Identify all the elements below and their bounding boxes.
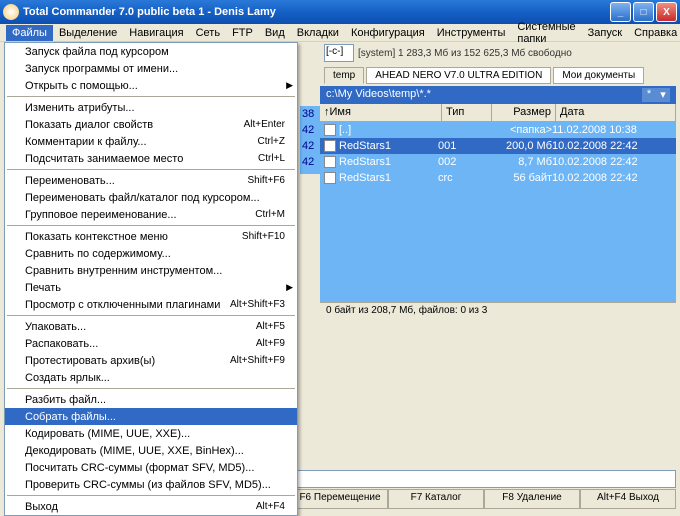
col-type[interactable]: Тип — [442, 104, 492, 121]
path-history-button[interactable]: * — [642, 88, 656, 102]
menu-view[interactable]: Вид — [259, 25, 291, 41]
file-row[interactable]: RedStars1crc56 байт10.02.2008 22:42 — [320, 170, 676, 186]
menu-item[interactable]: Комментарии к файлу...Ctrl+Z — [5, 133, 297, 150]
col-name[interactable]: ↑Имя — [320, 104, 442, 121]
path-text: c:\My Videos\temp\*.* — [326, 88, 642, 102]
file-icon — [324, 140, 336, 152]
menu-item[interactable]: Декодировать (MIME, UUE, XXE, BinHex)... — [5, 442, 297, 459]
file-row[interactable]: [..]<папка>11.02.2008 10:38 — [320, 122, 676, 138]
tab-mydocs[interactable]: Мои документы — [553, 67, 644, 84]
tabs-bar: temp AHEAD NERO V7.0 ULTRA EDITION Мои д… — [320, 64, 676, 86]
tab-nero[interactable]: AHEAD NERO V7.0 ULTRA EDITION — [366, 67, 551, 84]
menu-item[interactable]: Переименовать файл/каталог под курсором.… — [5, 189, 297, 206]
file-row[interactable]: RedStars10028,7 Мб10.02.2008 22:42 — [320, 154, 676, 170]
app-icon — [3, 4, 19, 20]
menu-item[interactable]: Переименовать...Shift+F6 — [5, 172, 297, 189]
drive-info: [system] 1 283,3 Мб из 152 625,3 Мб своб… — [358, 48, 572, 59]
menu-item[interactable]: Кодировать (MIME, UUE, XXE)... — [5, 425, 297, 442]
fn-f7[interactable]: F7 Каталог — [388, 489, 484, 509]
minimize-button[interactable]: _ — [610, 2, 631, 22]
menu-network[interactable]: Сеть — [190, 25, 226, 41]
left-panel-fragment: 38 42 42 42 — [300, 106, 320, 174]
menu-item[interactable]: Сравнить внутренним инструментом... — [5, 262, 297, 279]
menu-tools[interactable]: Инструменты — [431, 25, 512, 41]
col-date[interactable]: Дата — [556, 104, 676, 121]
menu-item[interactable]: Подсчитать занимаемое местоCtrl+L — [5, 150, 297, 167]
file-list[interactable]: [..]<папка>11.02.2008 10:38RedStars10012… — [320, 122, 676, 302]
file-icon — [324, 156, 336, 168]
menu-help[interactable]: Справка — [628, 25, 680, 41]
menu-item[interactable]: Запуск файла под курсором — [5, 43, 297, 60]
fn-f6[interactable]: F6 Перемещение — [292, 489, 388, 509]
menu-item[interactable]: Распаковать...Alt+F9 — [5, 335, 297, 352]
menu-item[interactable]: Протестировать архив(ы)Alt+Shift+F9 — [5, 352, 297, 369]
menu-item[interactable]: Разбить файл... — [5, 391, 297, 408]
drive-selector[interactable]: [-c-] — [324, 44, 354, 62]
menu-selection[interactable]: Выделение — [53, 25, 123, 41]
menu-item[interactable]: Открыть с помощью...▶ — [5, 77, 297, 94]
menu-item[interactable]: Упаковать...Alt+F5 — [5, 318, 297, 335]
col-size[interactable]: Размер — [492, 104, 556, 121]
status-bar: 0 байт из 208,7 Мб, файлов: 0 из 3 — [320, 302, 676, 318]
menu-navigation[interactable]: Навигация — [123, 25, 189, 41]
close-button[interactable]: X — [656, 2, 677, 22]
menu-item[interactable]: Групповое переименование...Ctrl+M — [5, 206, 297, 223]
tab-temp[interactable]: temp — [324, 67, 364, 84]
right-panel: [-c-] [system] 1 283,3 Мб из 152 625,3 М… — [320, 42, 676, 318]
files-dropdown: Запуск файла под курсоромЗапуск программ… — [4, 42, 298, 516]
window-title: Total Commander 7.0 public beta 1 - Deni… — [23, 6, 608, 18]
menu-item[interactable]: ВыходAlt+F4 — [5, 498, 297, 515]
menu-item[interactable]: Показать контекстное менюShift+F10 — [5, 228, 297, 245]
fn-f8[interactable]: F8 Удаление — [484, 489, 580, 509]
fn-altf4[interactable]: Alt+F4 Выход — [580, 489, 676, 509]
maximize-button[interactable]: □ — [633, 2, 654, 22]
column-headers: ↑Имя Тип Размер Дата — [320, 104, 676, 122]
file-icon — [324, 172, 336, 184]
path-dropdown-button[interactable]: ▾ — [656, 88, 670, 102]
menu-item[interactable]: Проверить CRC-суммы (из файлов SFV, MD5)… — [5, 476, 297, 493]
menubar: Файлы Выделение Навигация Сеть FTP Вид В… — [0, 24, 680, 42]
menu-item[interactable]: Посчитать CRC-суммы (формат SFV, MD5)... — [5, 459, 297, 476]
menu-item[interactable]: Просмотр с отключенными плагинамиAlt+Shi… — [5, 296, 297, 313]
menu-item[interactable]: Печать▶ — [5, 279, 297, 296]
file-row[interactable]: RedStars1001200,0 Мб10.02.2008 22:42 — [320, 138, 676, 154]
menu-item[interactable]: Изменить атрибуты... — [5, 99, 297, 116]
menu-run[interactable]: Запуск — [582, 25, 628, 41]
menu-config[interactable]: Конфигурация — [345, 25, 431, 41]
menu-item[interactable]: Запуск программы от имени... — [5, 60, 297, 77]
menu-item[interactable]: Показать диалог свойствAlt+Enter — [5, 116, 297, 133]
menu-ftp[interactable]: FTP — [226, 25, 259, 41]
menu-tabs[interactable]: Вкладки — [291, 25, 345, 41]
menu-item[interactable]: Собрать файлы... — [5, 408, 297, 425]
menu-files[interactable]: Файлы — [6, 25, 53, 41]
menu-item[interactable]: Сравнить по содержимому... — [5, 245, 297, 262]
path-bar: c:\My Videos\temp\*.* * ▾ — [320, 86, 676, 104]
file-icon — [324, 124, 336, 136]
menu-item[interactable]: Создать ярлык... — [5, 369, 297, 386]
drive-bar: [-c-] [system] 1 283,3 Мб из 152 625,3 М… — [320, 42, 676, 64]
